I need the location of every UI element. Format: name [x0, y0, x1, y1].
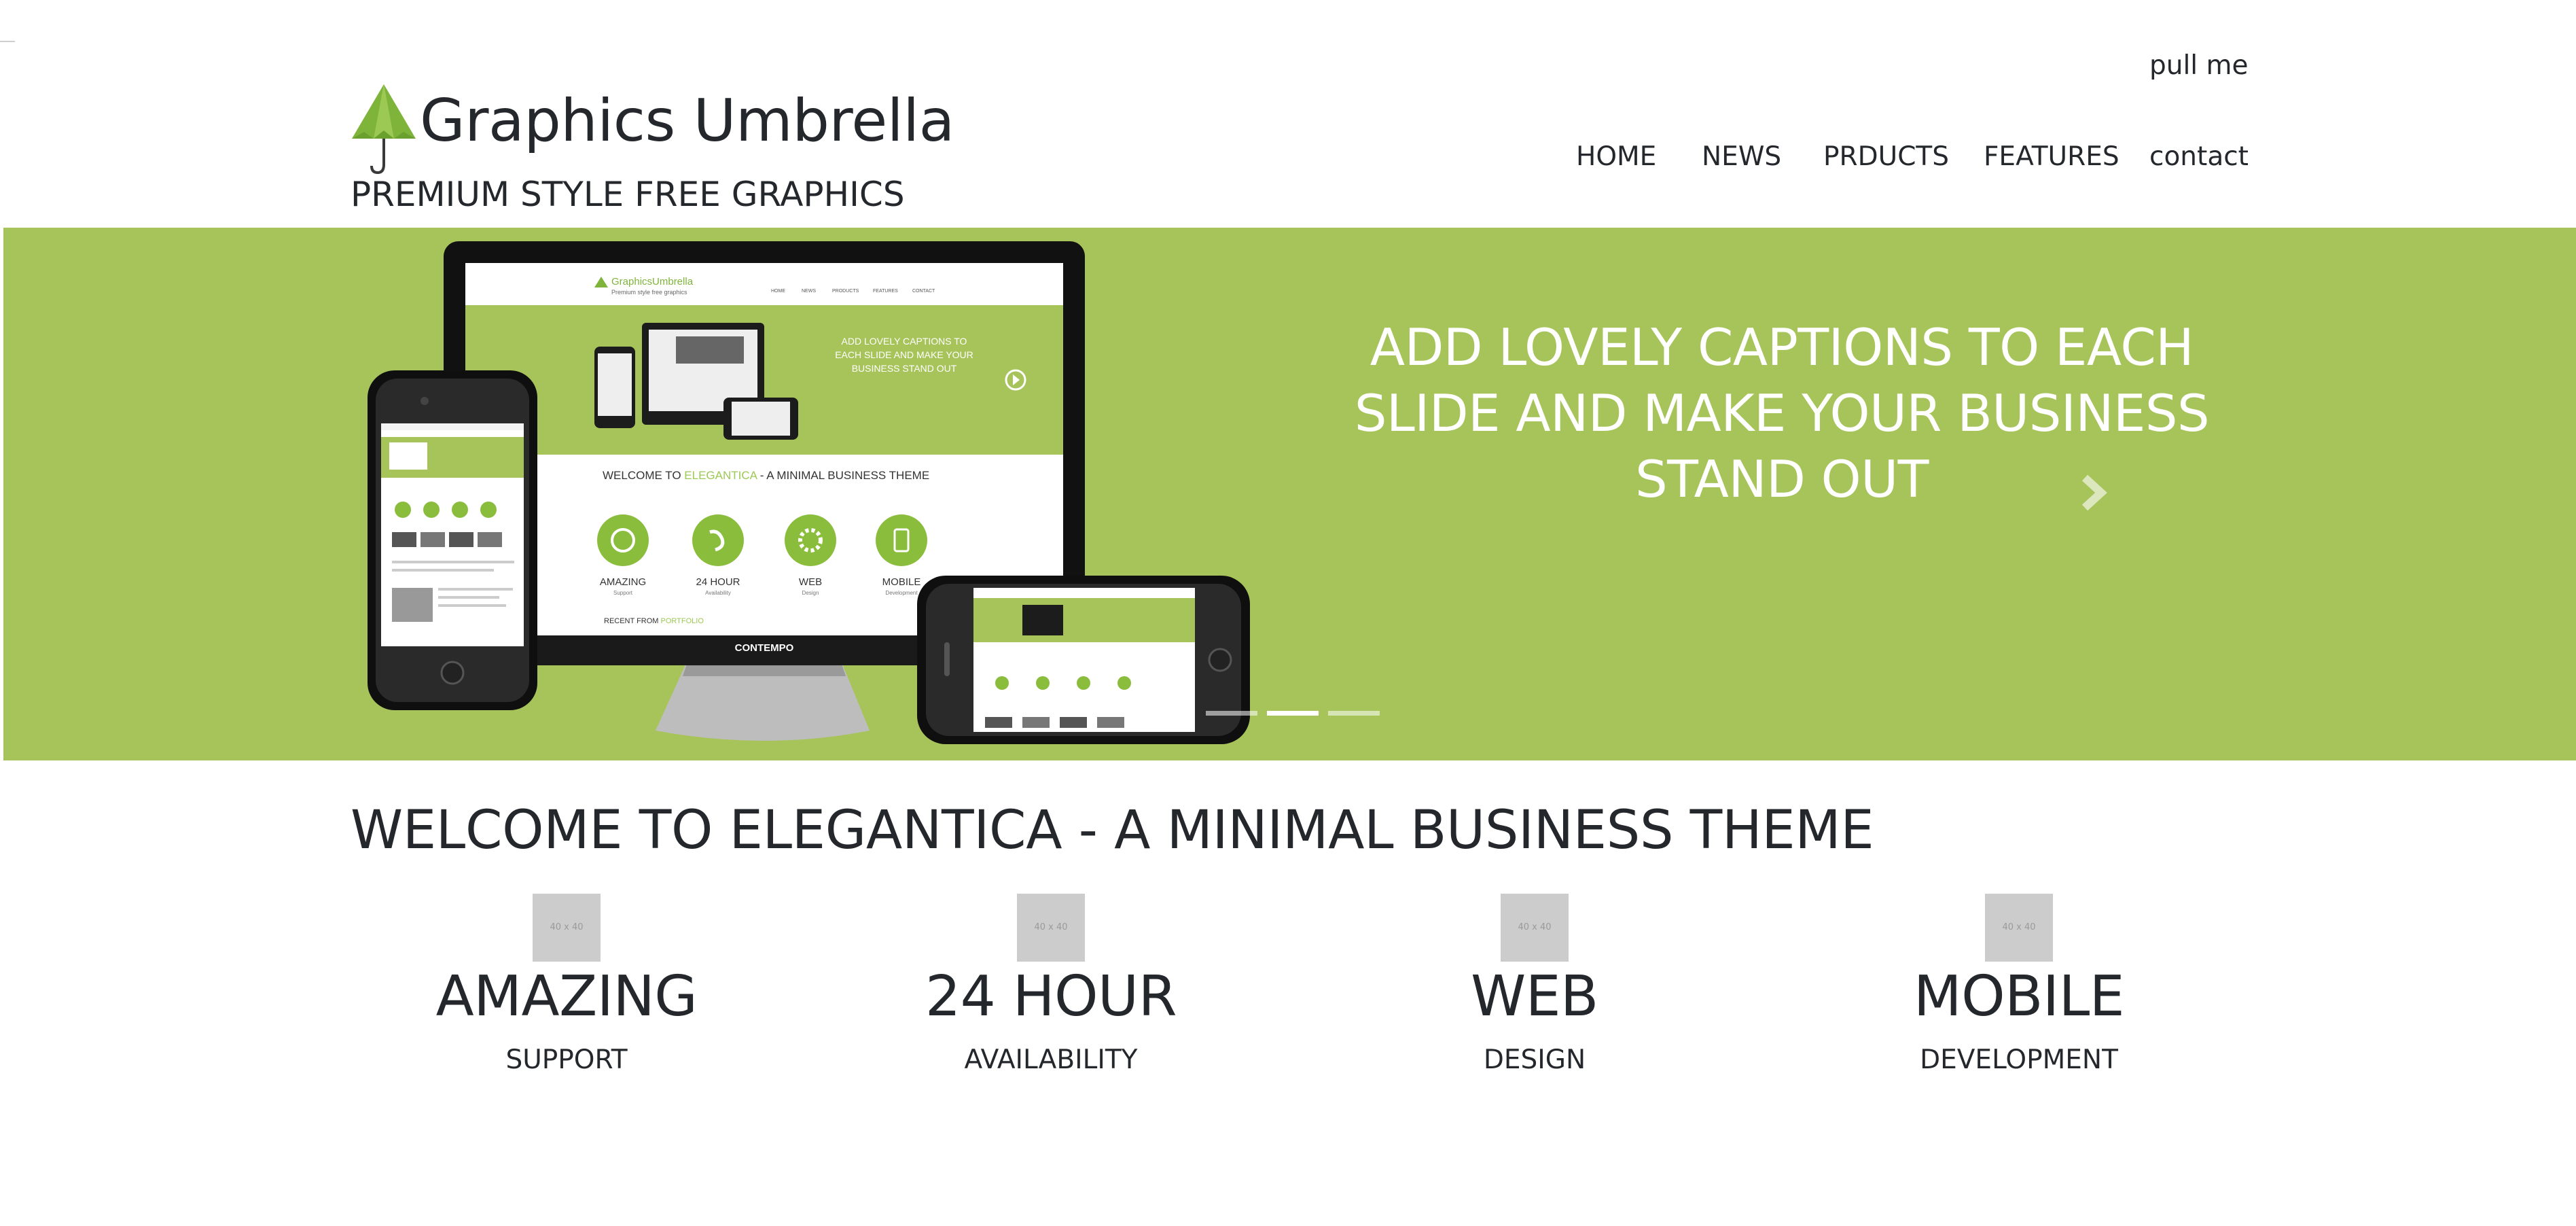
main-nav: HOME NEWS PRDUCTS FEATURES contact — [0, 140, 2576, 174]
mockup-feature-3-sub: Design — [802, 590, 819, 596]
nav-products[interactable]: PRDUCTS — [1823, 140, 1949, 174]
mockup-monitor-label: CONTEMPO — [735, 642, 794, 654]
chevron-right-icon[interactable] — [2077, 472, 2109, 513]
mockup-welcome: WELCOME TO ELEGANTICA - A MINIMAL BUSINE… — [603, 469, 929, 482]
slide-caption-line-2: SLIDE AND MAKE YOUR BUSINESS — [1354, 383, 2210, 443]
mockup-feature-1-sub: Support — [613, 590, 633, 596]
slider-dot-2[interactable] — [1267, 711, 1319, 716]
hero-slider[interactable]: CONTEMPO GraphicsUmbrella Premium style … — [3, 228, 2576, 760]
feature-subtitle: DESIGN — [1483, 1045, 1586, 1075]
feature-image-placeholder: 40 x 40 — [1501, 894, 1569, 962]
mockup-nav-news: NEWS — [802, 289, 816, 294]
mockup-feature-4-title: MOBILE — [882, 576, 921, 588]
pull-me-link[interactable]: pull me — [2149, 49, 2249, 83]
feature-title: WEB — [1471, 964, 1598, 1029]
site-header: Graphics Umbrella PREMIUM STYLE FREE GRA… — [0, 0, 2576, 228]
slider-pagination — [1206, 711, 1382, 716]
mockup-caption-line-2: EACH SLIDE AND MAKE YOUR — [835, 349, 973, 360]
slider-dot-1[interactable] — [1206, 711, 1257, 716]
mockup-feature-4-sub: Development — [885, 590, 918, 596]
feature-image-placeholder: 40 x 40 — [533, 894, 601, 962]
mockup-caption-line-3: BUSINESS STAND OUT — [852, 363, 957, 374]
mockup-nav-products: PRODUCTS — [832, 289, 859, 294]
feature-image-placeholder: 40 x 40 — [1017, 894, 1085, 962]
mockup-recent: RECENT FROM PORTFOLIO — [604, 617, 704, 625]
nav-home[interactable]: HOME — [1576, 140, 1656, 174]
mockup-feature-2-sub: Availability — [705, 590, 731, 596]
nav-news[interactable]: NEWS — [1702, 140, 1781, 174]
mockup-nav-home: HOME — [771, 289, 785, 294]
slider-dot-3[interactable] — [1328, 711, 1380, 716]
feature-subtitle: SUPPORT — [505, 1045, 628, 1075]
mockup-nav-contact: CONTACT — [912, 289, 935, 294]
feature-image-placeholder: 40 x 40 — [1985, 894, 2053, 962]
mockup-feature-3-title: WEB — [799, 576, 822, 588]
feature-title: AMAZING — [435, 964, 698, 1029]
feature-subtitle: DEVELOPMENT — [1920, 1045, 2118, 1075]
mockup-feature-2-title: 24 HOUR — [696, 576, 740, 588]
mockup-tagline: Premium style free graphics — [611, 289, 687, 296]
mockup-nav-features: FEATURES — [873, 289, 898, 294]
welcome-heading: WELCOME TO ELEGANTICA - A MINIMAL BUSINE… — [351, 800, 1874, 861]
responsive-devices-mockup: CONTEMPO GraphicsUmbrella Premium style … — [368, 241, 1250, 744]
nav-contact[interactable]: contact — [2149, 140, 2249, 174]
mockup-caption-line-1: ADD LOVELY CAPTIONS TO — [842, 336, 967, 347]
feature-title: MOBILE — [1913, 964, 2125, 1029]
site-tagline: PREMIUM STYLE FREE GRAPHICS — [351, 175, 905, 214]
feature-title: 24 HOUR — [925, 964, 1177, 1029]
mockup-site-name: GraphicsUmbrella — [611, 276, 694, 287]
nav-features[interactable]: FEATURES — [1984, 140, 2119, 174]
feature-subtitle: AVAILABILITY — [964, 1045, 1138, 1075]
mockup-feature-1-title: AMAZING — [600, 576, 646, 588]
slide-caption-line-1: ADD LOVELY CAPTIONS TO EACH — [1370, 317, 2194, 377]
